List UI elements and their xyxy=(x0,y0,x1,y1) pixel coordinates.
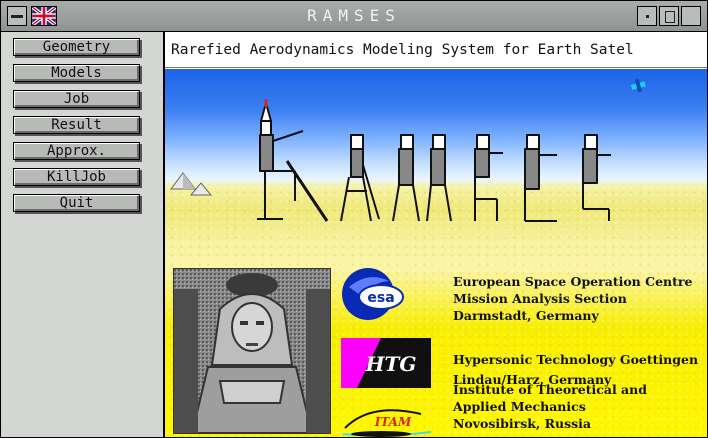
ramses-hieroglyph-logo xyxy=(170,78,646,222)
institution-line: European Space Operation Centre xyxy=(453,274,693,289)
title-bar[interactable]: RAMSES xyxy=(1,1,707,32)
esoc-info: European Space Operation Centre Mission … xyxy=(453,273,692,324)
itam-info: Institute of Theoretical and Applied Mec… xyxy=(453,381,647,432)
htg-logo-text: HTG xyxy=(365,352,417,376)
result-button[interactable]: Result xyxy=(13,116,140,134)
main-panel: Rarefied Aerodynamics Modeling System fo… xyxy=(165,32,707,437)
htg-logo-icon: HTG xyxy=(341,338,431,388)
close-icon[interactable] xyxy=(681,6,701,26)
command-sidebar: Geometry Models Job Result Approx. KillJ… xyxy=(1,32,165,437)
esa-logo-icon: esa xyxy=(342,268,404,320)
approx-button[interactable]: Approx. xyxy=(13,142,140,160)
esa-logo-text: esa xyxy=(367,290,394,306)
pharaoh-statue-photo xyxy=(173,268,331,434)
institution-line: Applied Mechanics xyxy=(453,399,586,414)
institution-line: Mission Analysis Section xyxy=(453,291,627,306)
itam-logo-icon: ITAM xyxy=(342,409,432,437)
quit-button[interactable]: Quit xyxy=(13,194,140,212)
geometry-button[interactable]: Geometry xyxy=(13,38,140,56)
ramses-window: RAMSES Geometry Models Job Result Approx… xyxy=(0,0,708,438)
institution-line: Novosibirsk, Russia xyxy=(453,416,592,431)
itam-logo-text: ITAM xyxy=(374,415,412,429)
job-button[interactable]: Job xyxy=(13,90,140,108)
institution-line: Institute of Theoretical and xyxy=(453,382,647,397)
minimize-icon[interactable] xyxy=(637,6,657,26)
killjob-button[interactable]: KillJob xyxy=(13,168,140,186)
institution-line: Hypersonic Technology Goettingen xyxy=(453,352,699,367)
institution-line: Darmstadt, Germany xyxy=(453,308,599,323)
maximize-icon[interactable] xyxy=(659,6,679,26)
window-title: RAMSES xyxy=(307,6,401,25)
page-title: Rarefied Aerodynamics Modeling System fo… xyxy=(165,32,707,68)
models-button[interactable]: Models xyxy=(13,64,140,82)
